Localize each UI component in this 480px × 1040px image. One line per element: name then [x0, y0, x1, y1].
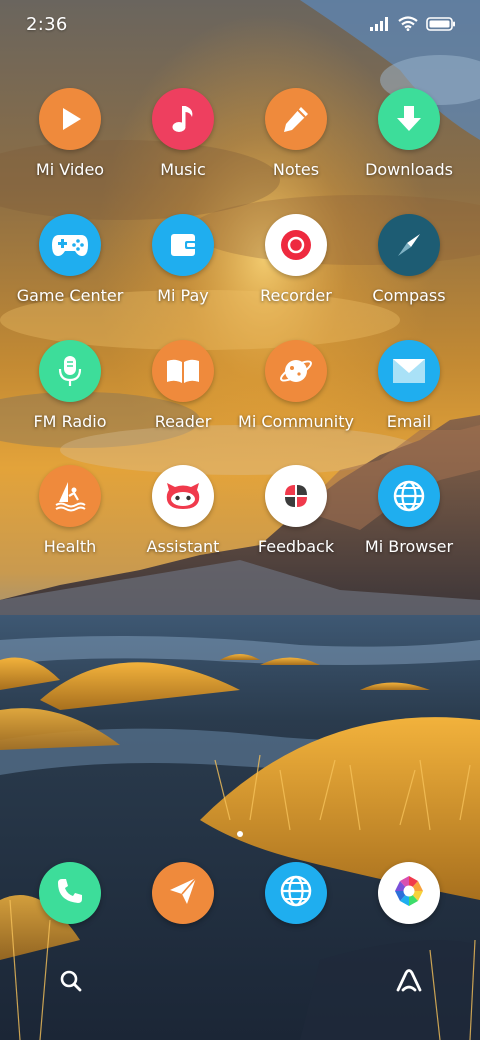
envelope-icon[interactable] — [378, 340, 440, 402]
app-mi-community[interactable]: Mi Community — [236, 340, 356, 460]
gamepad-icon[interactable] — [39, 214, 101, 276]
search-icon — [59, 969, 83, 997]
app-notes[interactable]: Notes — [236, 88, 356, 208]
app-feedback[interactable]: Feedback — [236, 465, 356, 585]
assistant-face-icon[interactable] — [152, 465, 214, 527]
app-mi-browser[interactable]: Mi Browser — [349, 465, 469, 585]
app-fm-radio[interactable]: FM Radio — [10, 340, 130, 460]
globe-icon[interactable] — [378, 465, 440, 527]
status-bar: 2:36 — [0, 0, 480, 50]
pencil-icon[interactable] — [265, 88, 327, 150]
planet-icon[interactable] — [265, 340, 327, 402]
windsurf-icon[interactable] — [39, 465, 101, 527]
app-email[interactable]: Email — [349, 340, 469, 460]
paper-plane-icon — [167, 875, 199, 911]
app-label: Email — [386, 412, 432, 431]
page-indicator-dot — [237, 831, 243, 837]
app-mi-video[interactable]: Mi Video — [10, 88, 130, 208]
status-icons — [370, 16, 456, 35]
camera-aperture-icon — [391, 873, 427, 913]
app-label: Mi Browser — [364, 537, 454, 556]
app-reader[interactable]: Reader — [123, 340, 243, 460]
play-icon[interactable] — [39, 88, 101, 150]
app-vault-button[interactable] — [391, 965, 427, 1001]
app-health[interactable]: Health — [10, 465, 130, 585]
app-recorder[interactable]: Recorder — [236, 214, 356, 334]
microphone-icon[interactable] — [39, 340, 101, 402]
dock-browser-app[interactable] — [265, 862, 327, 924]
petals-icon[interactable] — [265, 465, 327, 527]
app-label: Compass — [372, 286, 446, 305]
battery-icon — [426, 16, 456, 35]
download-arrow-icon[interactable] — [378, 88, 440, 150]
app-vault-icon — [395, 969, 423, 997]
dock-messages-app[interactable] — [152, 862, 214, 924]
phone-icon — [55, 876, 85, 910]
app-compass[interactable]: Compass — [349, 214, 469, 334]
record-icon[interactable] — [265, 214, 327, 276]
search-button[interactable] — [53, 965, 89, 1001]
music-note-icon[interactable] — [152, 88, 214, 150]
app-downloads[interactable]: Downloads — [349, 88, 469, 208]
status-time: 2:36 — [26, 14, 68, 35]
wifi-icon — [398, 16, 418, 35]
wallet-icon[interactable] — [152, 214, 214, 276]
compass-needle-icon[interactable] — [378, 214, 440, 276]
dock-phone-app[interactable] — [39, 862, 101, 924]
signal-icon — [370, 16, 390, 35]
app-mi-pay[interactable]: Mi Pay — [123, 214, 243, 334]
app-game-center[interactable]: Game Center — [10, 214, 130, 334]
book-icon[interactable] — [152, 340, 214, 402]
app-music[interactable]: Music — [123, 88, 243, 208]
dock-camera-app[interactable] — [378, 862, 440, 924]
app-assistant[interactable]: Assistant — [123, 465, 243, 585]
globe-icon — [278, 873, 314, 913]
app-label: Downloads — [365, 160, 453, 179]
